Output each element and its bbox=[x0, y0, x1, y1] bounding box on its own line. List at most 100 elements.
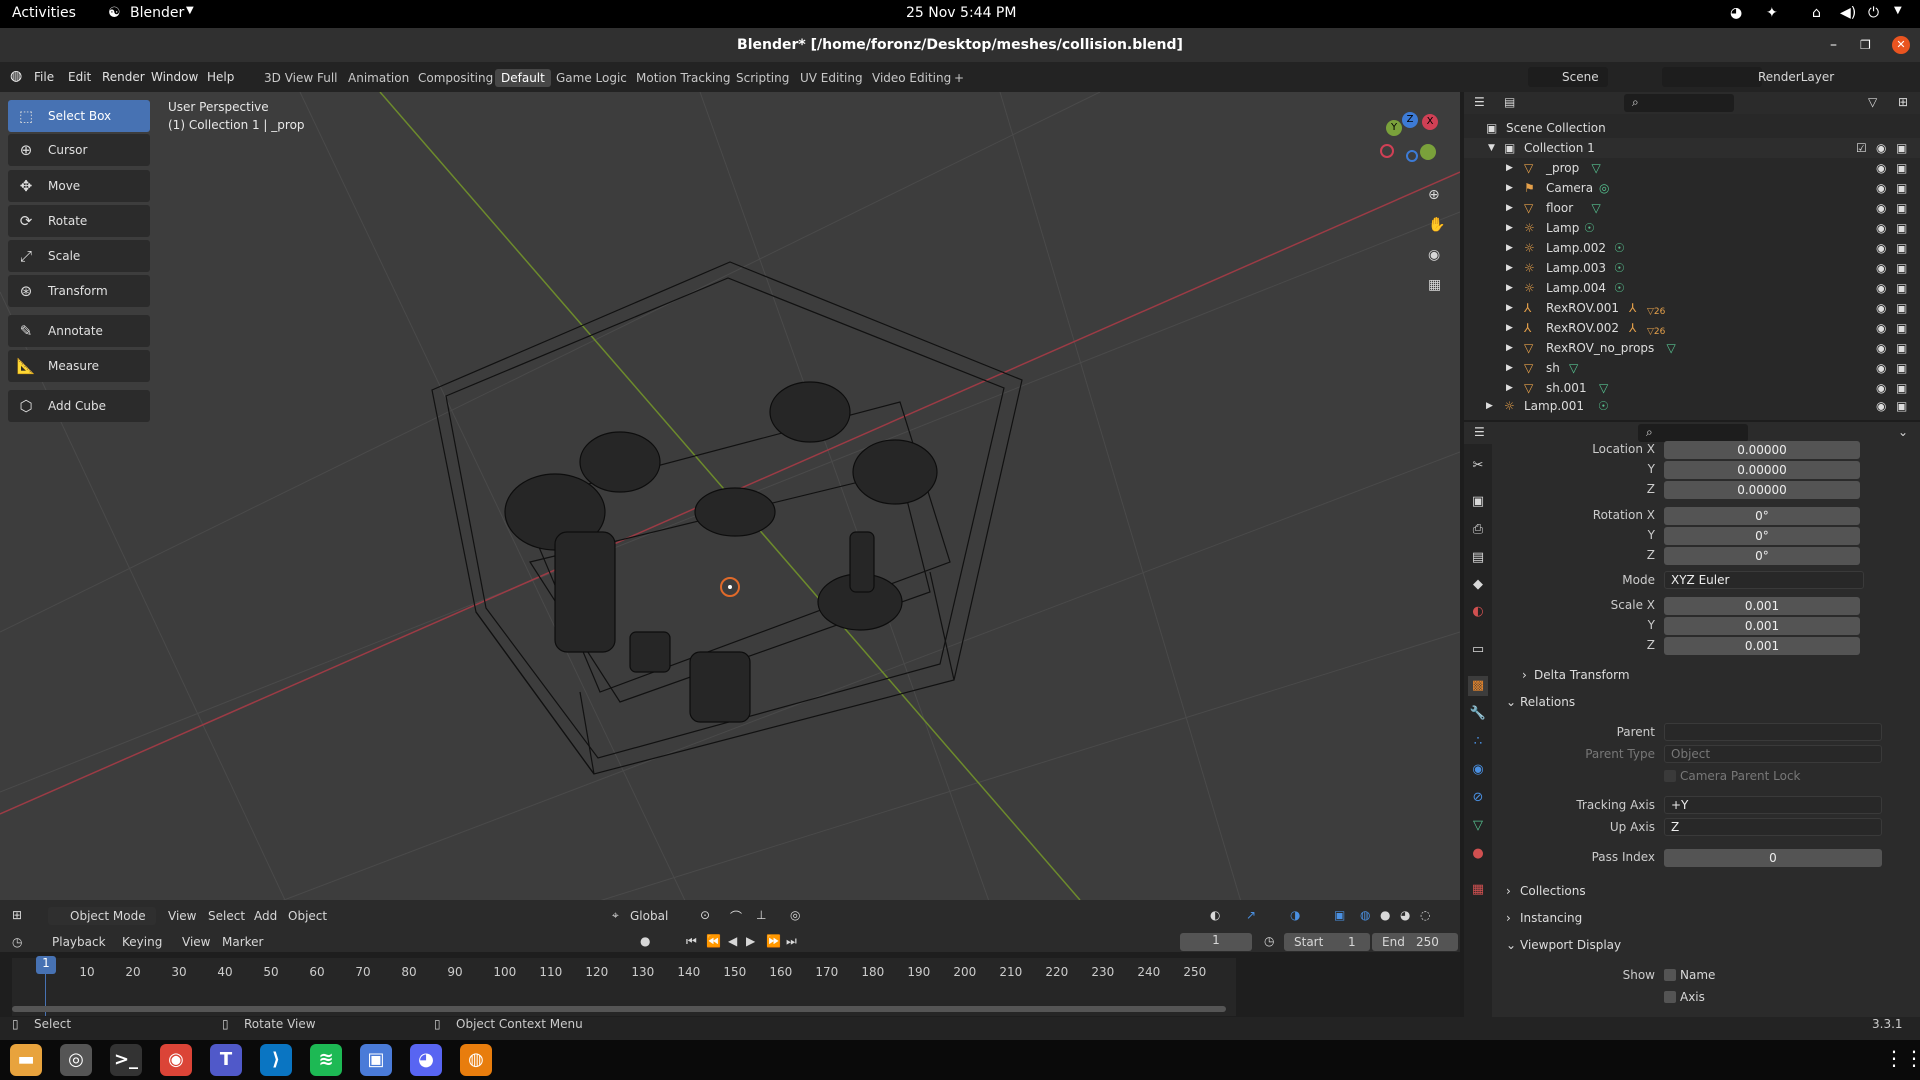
expand-icon[interactable]: ▶ bbox=[1506, 378, 1513, 398]
outliner-row[interactable]: ▶ ☼ Lamp.004 ☉ ◉ ▣ bbox=[1464, 278, 1920, 298]
chevron-right-icon[interactable]: › bbox=[1522, 668, 1527, 682]
location-y-field[interactable]: 0.00000 bbox=[1664, 461, 1860, 479]
navigation-gizmo[interactable]: Y Z X bbox=[1380, 110, 1440, 170]
pan-hand-icon[interactable]: ✋ bbox=[1428, 217, 1445, 233]
timeline-scrollbar[interactable] bbox=[12, 1006, 1226, 1012]
tool-select-box[interactable]: ⬚ Select Box bbox=[8, 100, 150, 132]
expand-icon[interactable]: ▶ bbox=[1506, 158, 1513, 178]
eye-icon[interactable]: ◉ bbox=[1876, 298, 1886, 318]
eye-icon[interactable]: ◉ bbox=[1876, 396, 1886, 416]
clock-icon[interactable]: ◷ bbox=[1264, 934, 1274, 948]
gizmo-z[interactable]: Z bbox=[1402, 112, 1418, 128]
menu-edit[interactable]: Edit bbox=[68, 70, 91, 84]
outliner-row[interactable]: ▶ ☼ Lamp.002 ☉ ◉ ▣ bbox=[1464, 238, 1920, 258]
eye-icon[interactable]: ◉ bbox=[1876, 218, 1886, 238]
timeline-menu-playback[interactable]: Playback bbox=[52, 935, 106, 949]
vscode-icon[interactable]: ⟩ bbox=[260, 1044, 292, 1076]
outliner-row[interactable]: ▶ ▽ RexROV_no_props ▽ ◉ ▣ bbox=[1464, 338, 1920, 358]
render-camera-icon[interactable]: ▣ bbox=[1896, 198, 1907, 218]
expand-icon[interactable]: ▶ bbox=[1506, 258, 1513, 278]
eye-icon[interactable]: ◉ bbox=[1876, 338, 1886, 358]
constraints-tab-icon[interactable]: ⊘ bbox=[1468, 788, 1488, 808]
outliner-row[interactable]: ▶ ▽ floor ▽ ◉ ▣ bbox=[1464, 198, 1920, 218]
tab-game-logic[interactable]: Game Logic bbox=[550, 69, 633, 87]
expand-icon[interactable]: ▶ bbox=[1506, 238, 1513, 258]
tool-cursor[interactable]: ⊕ Cursor bbox=[8, 134, 150, 166]
material-tab-icon[interactable]: ● bbox=[1468, 844, 1488, 864]
3d-viewport[interactable]: User Perspective (1) Collection 1 | _pro… bbox=[0, 92, 1460, 932]
outliner-collection-1[interactable]: ▼ ▣ Collection 1 ☑ ◉ ▣ bbox=[1464, 138, 1920, 158]
properties-search-input[interactable] bbox=[1638, 424, 1748, 442]
modifier-tab-icon[interactable]: 🔧 bbox=[1468, 704, 1488, 724]
rotation-mode-dropdown[interactable]: XYZ Euler bbox=[1664, 571, 1864, 589]
tool-transform[interactable]: ⊛ Transform bbox=[8, 275, 150, 307]
location-z-field[interactable]: 0.00000 bbox=[1664, 481, 1860, 499]
visibility-icon[interactable]: ◐ bbox=[1210, 908, 1220, 922]
expand-icon[interactable]: ▶ bbox=[1506, 338, 1513, 358]
render-camera-icon[interactable]: ▣ bbox=[1896, 298, 1907, 318]
renderlayer-selector[interactable] bbox=[1662, 67, 1762, 87]
tab-default[interactable]: Default bbox=[495, 69, 551, 87]
parent-field[interactable] bbox=[1664, 723, 1882, 741]
output-tab-icon[interactable]: ⎙ bbox=[1468, 520, 1488, 540]
world-tab-icon[interactable]: ◐ bbox=[1468, 602, 1488, 622]
pivot-icon[interactable]: ⊙ bbox=[700, 908, 710, 922]
expand-icon[interactable]: ▶ bbox=[1506, 318, 1513, 338]
files-icon[interactable]: ▬ bbox=[10, 1044, 42, 1076]
proportional-edit-icon[interactable]: ◎ bbox=[790, 908, 800, 922]
timeline-menu-keying[interactable]: Keying bbox=[122, 935, 162, 949]
render-camera-icon[interactable]: ▣ bbox=[1896, 378, 1907, 398]
tab-3d-view-full[interactable]: 3D View Full bbox=[258, 69, 344, 87]
chevron-right-icon[interactable]: › bbox=[1506, 911, 1511, 925]
app-icon[interactable]: ▣ bbox=[360, 1044, 392, 1076]
teams-tray-icon[interactable]: ✦ bbox=[1766, 5, 1778, 21]
ortho-grid-icon[interactable]: ▦ bbox=[1428, 277, 1441, 293]
object-tab-icon[interactable]: ▩ bbox=[1468, 676, 1488, 696]
collections-panel[interactable]: Collections bbox=[1520, 884, 1586, 898]
snap-target-icon[interactable]: ⊥ bbox=[756, 908, 766, 922]
render-camera-icon[interactable]: ▣ bbox=[1896, 358, 1907, 378]
chevron-right-icon[interactable]: › bbox=[1506, 884, 1511, 898]
jump-end-icon[interactable]: ⏭ bbox=[786, 934, 797, 949]
rotation-z-field[interactable]: 0° bbox=[1664, 547, 1860, 565]
app-menu[interactable]: Blender bbox=[130, 5, 184, 21]
wireframe-shading-icon[interactable]: ◍ bbox=[1360, 908, 1370, 922]
render-camera-icon[interactable]: ▣ bbox=[1896, 396, 1907, 416]
header-menu-view[interactable]: View bbox=[168, 909, 196, 923]
chevron-down-icon[interactable]: ⌄ bbox=[1506, 695, 1516, 709]
scale-y-field[interactable]: 0.001 bbox=[1664, 617, 1860, 635]
eye-icon[interactable]: ◉ bbox=[1876, 198, 1886, 218]
expand-icon[interactable]: ▶ bbox=[1506, 358, 1513, 378]
eye-icon[interactable]: ◉ bbox=[1876, 258, 1886, 278]
tab-motion-tracking[interactable]: Motion Tracking bbox=[630, 69, 736, 87]
volume-icon[interactable]: ◀) bbox=[1840, 5, 1856, 21]
viewport-display-panel[interactable]: Viewport Display bbox=[1520, 938, 1621, 952]
editor-type-icon[interactable]: ⊞ bbox=[12, 908, 22, 922]
outliner-row[interactable]: ▶ ☼ Lamp ☉ ◉ ▣ bbox=[1464, 218, 1920, 238]
instancing-panel[interactable]: Instancing bbox=[1520, 911, 1582, 925]
show-name-checkbox[interactable] bbox=[1664, 969, 1676, 981]
outliner-scene-collection[interactable]: ▣ Scene Collection bbox=[1464, 118, 1920, 138]
relations-panel[interactable]: Relations bbox=[1520, 695, 1575, 709]
texture-tab-icon[interactable]: ▦ bbox=[1468, 880, 1488, 900]
render-camera-icon[interactable]: ▣ bbox=[1896, 138, 1907, 158]
chevron-down-icon[interactable]: ⌄ bbox=[1506, 938, 1516, 952]
menu-help[interactable]: Help bbox=[207, 70, 234, 84]
tab-uv-editing[interactable]: UV Editing bbox=[794, 69, 869, 87]
tool-scale[interactable]: ⤢ Scale bbox=[8, 240, 150, 272]
timeline-menu-view[interactable]: View bbox=[182, 935, 210, 949]
play-reverse-icon[interactable]: ◀ bbox=[728, 934, 737, 948]
chevron-down-icon[interactable]: ⌄ bbox=[1898, 425, 1908, 439]
current-frame-field[interactable]: 1 bbox=[1180, 933, 1252, 951]
chrome-icon[interactable]: ◉ bbox=[160, 1044, 192, 1076]
app-grid-icon[interactable]: ⋮⋮ bbox=[1884, 1046, 1920, 1070]
props-mesh[interactable] bbox=[504, 381, 938, 723]
material-shading-icon[interactable]: ◕ bbox=[1400, 908, 1410, 922]
expand-icon[interactable]: ▶ bbox=[1506, 178, 1513, 198]
outliner-row[interactable]: ▶ ▽ sh.001 ▽ ◉ ▣ bbox=[1464, 378, 1920, 398]
playhead[interactable]: 1 bbox=[36, 956, 56, 974]
tool-rotate[interactable]: ⟳ Rotate bbox=[8, 205, 150, 237]
add-workspace-button[interactable]: + bbox=[948, 69, 970, 87]
outliner-row[interactable]: ▶ ⅄ RexROV.002 ⅄ ▽26 ◉ ▣ bbox=[1464, 318, 1920, 338]
timeline-editor-icon[interactable]: ◷ bbox=[12, 935, 22, 949]
